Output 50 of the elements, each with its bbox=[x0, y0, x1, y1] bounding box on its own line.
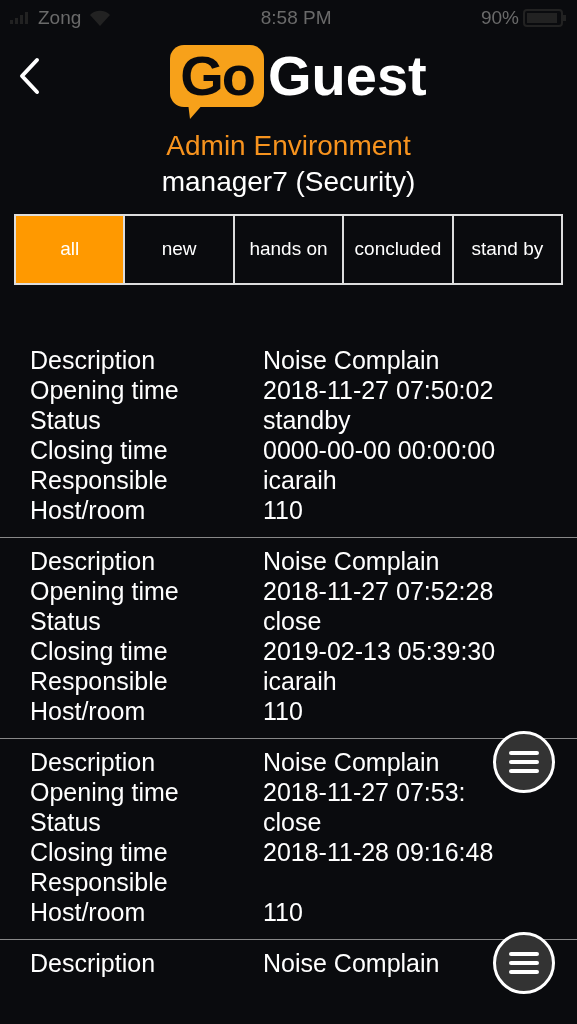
clock-time: 8:58 PM bbox=[260, 5, 332, 30]
field-value: Noise Complain bbox=[263, 345, 440, 375]
field-label: Description bbox=[30, 948, 157, 978]
field-value: close bbox=[263, 807, 322, 837]
battery-percent: 90% bbox=[480, 5, 519, 30]
field-label: Opening time bbox=[30, 576, 180, 606]
field-label: Status bbox=[30, 606, 102, 636]
field-label: Closing time bbox=[30, 837, 169, 867]
field-value: Noise Complain bbox=[263, 747, 440, 777]
field-value: 110 bbox=[263, 897, 303, 927]
field-label: Host/room bbox=[30, 897, 147, 927]
back-icon bbox=[18, 57, 40, 95]
field-value: standby bbox=[263, 405, 351, 435]
environment-title: Admin Environment bbox=[166, 129, 411, 163]
field-label: Status bbox=[30, 807, 102, 837]
field-value: Noise Complain bbox=[263, 546, 440, 576]
field-value: 2018-11-28 09:16:48 bbox=[263, 837, 494, 867]
field-label: Description bbox=[30, 546, 157, 576]
field-label: Host/room bbox=[30, 495, 147, 525]
user-name: manager7 (Security) bbox=[161, 165, 416, 199]
field-value: 110 bbox=[263, 696, 303, 726]
menu-icon bbox=[509, 751, 539, 773]
field-value: 2018-11-27 07:50:02 bbox=[263, 375, 494, 405]
field-value: close bbox=[263, 606, 322, 636]
field-value: 110 bbox=[263, 495, 303, 525]
field-label: Responsible bbox=[30, 666, 169, 696]
field-value: 2019-02-13 05:39:30 bbox=[263, 636, 496, 666]
wifi-icon bbox=[89, 10, 112, 26]
field-value: icaraih bbox=[263, 666, 337, 696]
field-label: Closing time bbox=[30, 636, 169, 666]
field-label: Opening time bbox=[30, 777, 180, 807]
carrier-name: Zong bbox=[38, 5, 82, 30]
field-label: Responsible bbox=[30, 867, 169, 897]
battery-icon bbox=[523, 9, 567, 27]
signal-icon bbox=[10, 12, 30, 24]
field-value: 0000-00-00 00:00:00 bbox=[263, 435, 496, 465]
field-value: icaraih bbox=[263, 465, 337, 495]
field-label: Status bbox=[30, 405, 102, 435]
field-label: Description bbox=[30, 747, 157, 777]
field-value: Noise Complain bbox=[263, 948, 440, 978]
field-value: 2018-11-27 07:52:28 bbox=[263, 576, 494, 606]
field-value: 2018-11-27 07:53: bbox=[263, 777, 466, 807]
field-label: Description bbox=[30, 345, 157, 375]
field-label: Closing time bbox=[30, 435, 169, 465]
logo-badge: Go bbox=[170, 45, 265, 107]
logo-wordmark: Guest bbox=[268, 45, 427, 107]
menu-icon bbox=[509, 952, 539, 974]
field-label: Responsible bbox=[30, 465, 169, 495]
field-label: Host/room bbox=[30, 696, 147, 726]
field-label: Opening time bbox=[30, 375, 180, 405]
